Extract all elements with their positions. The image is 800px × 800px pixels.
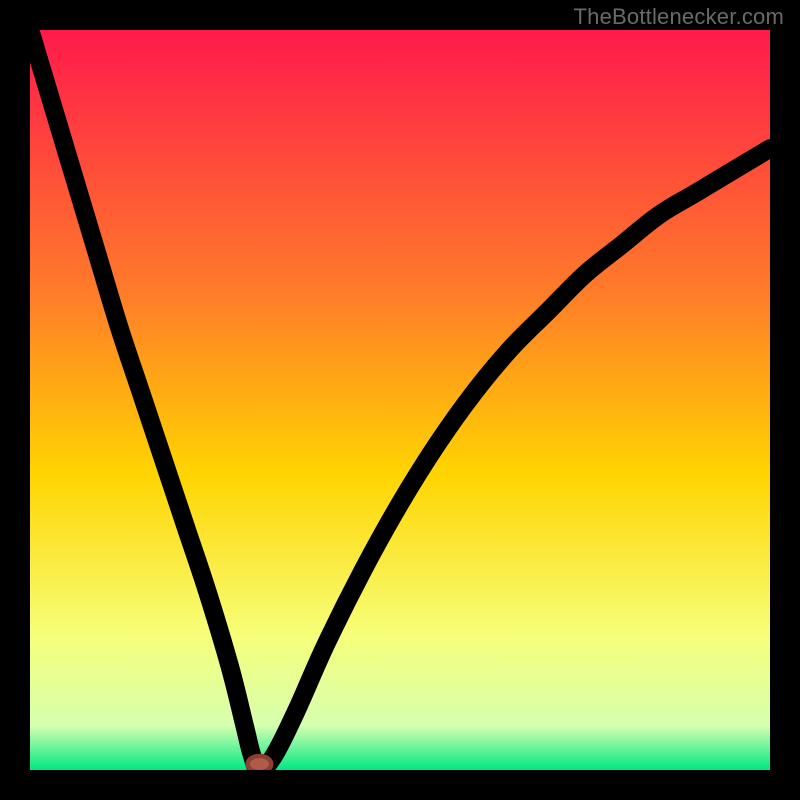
watermark-text: TheBottlenecker.com (574, 4, 784, 30)
plot-area (30, 30, 770, 770)
optimal-point-marker (248, 756, 272, 770)
plot-svg (30, 30, 770, 770)
chart-stage: TheBottlenecker.com (0, 0, 800, 800)
